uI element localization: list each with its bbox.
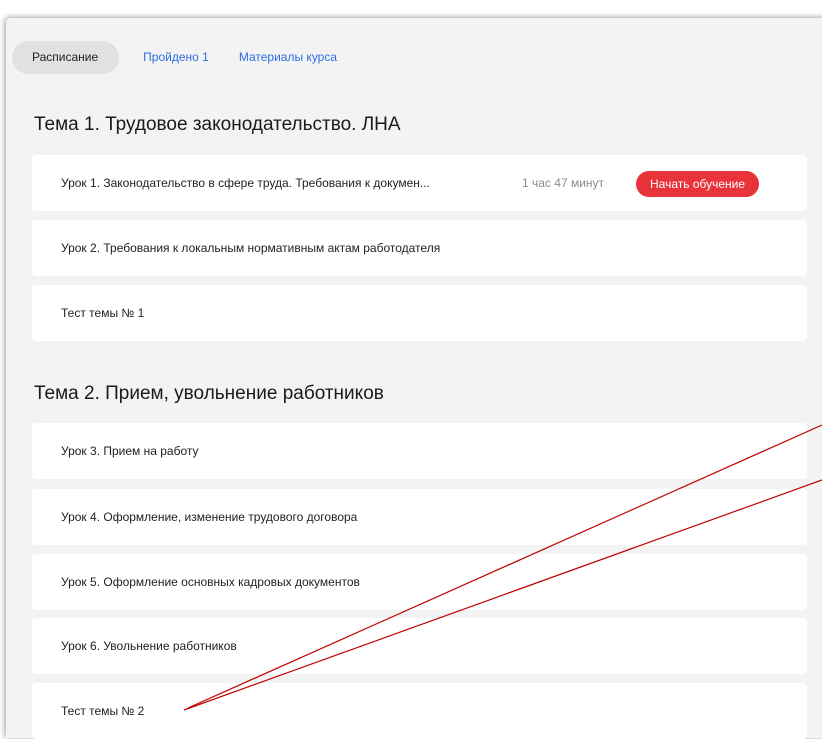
tab-course-materials[interactable]: Материалы курса (239, 50, 337, 64)
test-title: Тест темы № 1 (61, 306, 145, 320)
start-learning-button[interactable]: Начать обучение (636, 171, 760, 197)
lesson-row-1[interactable]: Урок 1. Законодательство в сфере труда. … (32, 155, 807, 211)
lesson-title: Урок 5. Оформление основных кадровых док… (61, 575, 360, 589)
lesson-title: Урок 4. Оформление, изменение трудового … (61, 510, 358, 524)
course-tabs: Расписание Пройдено 1 Материалы курса (12, 40, 367, 74)
lesson-title: Урок 6. Увольнение работников (61, 639, 237, 653)
lesson-duration: 1 час 47 минут (522, 176, 605, 190)
test-title: Тест темы № 2 (61, 704, 145, 718)
lesson-title: Урок 3. Прием на работу (61, 444, 199, 458)
lesson-row-2[interactable]: Урок 2. Требования к локальным нормативн… (32, 220, 807, 276)
lesson-row-6[interactable]: Урок 6. Увольнение работников (32, 618, 807, 674)
topic-test-row-1[interactable]: Тест темы № 1 (32, 285, 807, 341)
lesson-title: Урок 2. Требования к локальным нормативн… (61, 241, 441, 255)
tab-schedule[interactable]: Расписание (12, 40, 120, 74)
lesson-title: Урок 1. Законодательство в сфере труда. … (61, 176, 430, 190)
lesson-row-5[interactable]: Урок 5. Оформление основных кадровых док… (32, 554, 807, 610)
section-title-topic-2: Тема 2. Прием, увольнение работников (34, 383, 384, 404)
tab-completed[interactable]: Пройдено 1 (143, 50, 209, 64)
topic-test-row-2[interactable]: Тест темы № 2 (32, 683, 807, 739)
lesson-row-3[interactable]: Урок 3. Прием на работу (32, 423, 807, 479)
lesson-row-4[interactable]: Урок 4. Оформление, изменение трудового … (32, 489, 807, 545)
section-title-topic-1: Тема 1. Трудовое законодательство. ЛНА (34, 114, 401, 135)
